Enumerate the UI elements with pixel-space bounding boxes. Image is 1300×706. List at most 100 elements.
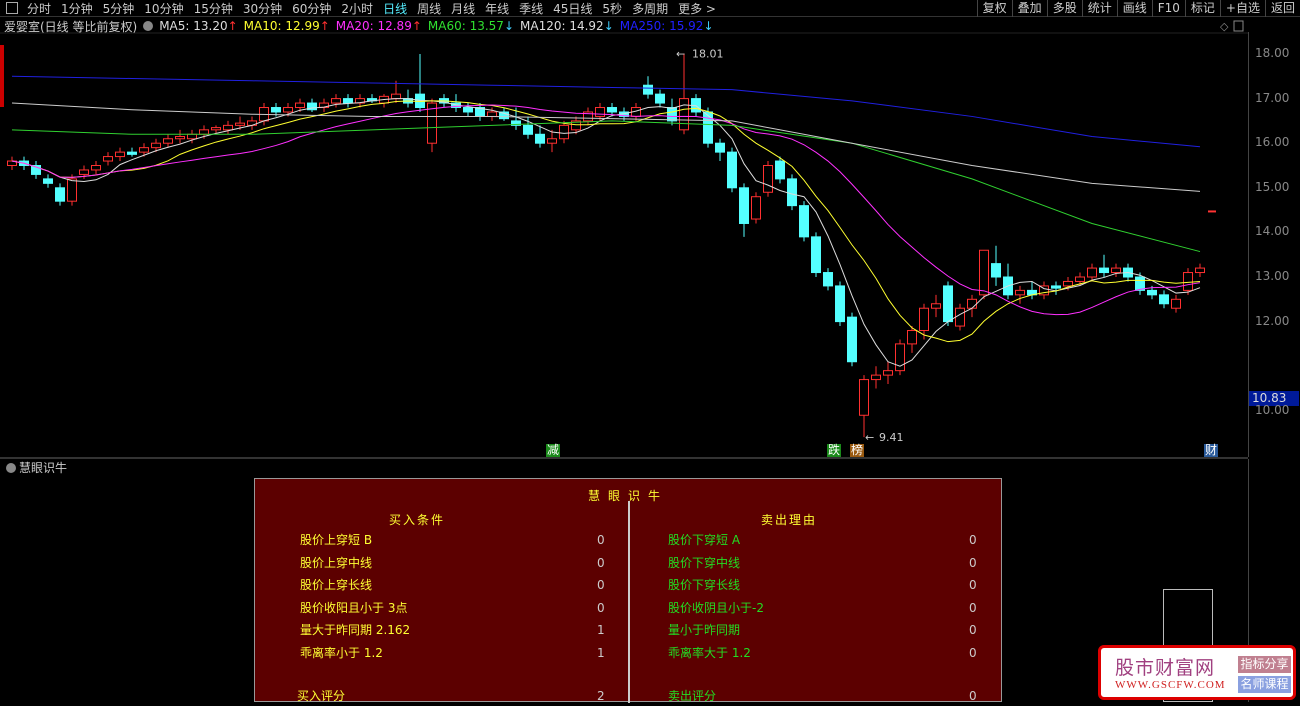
candle[interactable] bbox=[763, 161, 773, 197]
period-tab[interactable]: 10分钟 bbox=[139, 0, 188, 17]
kline-chart[interactable]: 18.01 ← 9.41 ← ◇ bbox=[0, 0, 1248, 457]
price-tick: 15.00 bbox=[1255, 179, 1290, 194]
period-tab[interactable]: 1分钟 bbox=[56, 0, 98, 17]
toolbar-button[interactable]: 标记 bbox=[1184, 0, 1220, 17]
candle[interactable] bbox=[1171, 294, 1181, 313]
signal-marker[interactable]: 减 bbox=[546, 444, 561, 457]
toolbar-button[interactable]: 复权 bbox=[976, 0, 1012, 17]
candle[interactable] bbox=[1159, 290, 1169, 309]
candle[interactable] bbox=[679, 53, 689, 135]
candle[interactable] bbox=[1099, 254, 1109, 277]
candle[interactable] bbox=[55, 183, 65, 206]
candle[interactable] bbox=[1195, 263, 1205, 277]
candle[interactable] bbox=[427, 98, 437, 153]
settings-circle-icon[interactable] bbox=[143, 21, 154, 31]
candle[interactable] bbox=[391, 80, 401, 104]
candle[interactable] bbox=[67, 174, 77, 206]
signal-marker[interactable]: 榜 bbox=[850, 444, 865, 457]
candle[interactable] bbox=[535, 125, 545, 148]
candle[interactable] bbox=[91, 161, 101, 175]
candle[interactable] bbox=[559, 120, 569, 144]
panel-toggle-icon[interactable] bbox=[6, 2, 18, 14]
diamond-icon[interactable]: ◇ bbox=[1220, 20, 1229, 33]
candle-body bbox=[103, 156, 113, 162]
candle[interactable] bbox=[895, 339, 905, 376]
candle[interactable] bbox=[463, 103, 473, 117]
candle[interactable] bbox=[1051, 281, 1061, 295]
toolbar-button[interactable]: 返回 bbox=[1264, 0, 1300, 17]
toolbar-button[interactable]: 画线 bbox=[1116, 0, 1152, 17]
candle[interactable] bbox=[955, 303, 965, 331]
candle[interactable] bbox=[823, 268, 833, 291]
candle[interactable] bbox=[175, 129, 185, 144]
candle[interactable] bbox=[811, 232, 821, 277]
candle[interactable] bbox=[967, 294, 977, 318]
period-tab[interactable]: 2小时 bbox=[336, 0, 378, 17]
candle[interactable] bbox=[223, 120, 233, 135]
candle[interactable] bbox=[859, 375, 869, 438]
toolbar-button[interactable]: 统计 bbox=[1081, 0, 1117, 17]
candle[interactable] bbox=[103, 152, 113, 166]
period-tab[interactable]: 月线 bbox=[446, 0, 480, 17]
period-tab[interactable]: 15分钟 bbox=[189, 0, 238, 17]
candle[interactable] bbox=[799, 201, 809, 242]
candle[interactable] bbox=[739, 183, 749, 237]
candle[interactable] bbox=[163, 134, 173, 148]
candle[interactable] bbox=[751, 192, 761, 224]
candle[interactable] bbox=[655, 89, 665, 108]
candle[interactable] bbox=[307, 98, 317, 112]
period-tab[interactable]: 多周期 bbox=[627, 0, 673, 17]
period-tab[interactable]: 45日线 bbox=[548, 0, 597, 17]
period-tab[interactable]: 分时 bbox=[22, 0, 56, 17]
panel-divider[interactable] bbox=[0, 457, 1248, 459]
period-tab[interactable]: 周线 bbox=[412, 0, 446, 17]
period-tab[interactable]: 日线 bbox=[378, 0, 412, 17]
candle[interactable] bbox=[319, 98, 329, 112]
candle[interactable] bbox=[379, 94, 389, 108]
candle[interactable] bbox=[919, 303, 929, 340]
toolbar-button[interactable]: F10 bbox=[1151, 0, 1185, 17]
toolbar-button[interactable]: +自选 bbox=[1219, 0, 1265, 17]
candle[interactable] bbox=[727, 147, 737, 193]
period-tab[interactable]: 季线 bbox=[514, 0, 548, 17]
toolbar-button[interactable]: 叠加 bbox=[1011, 0, 1047, 17]
period-tab[interactable]: 更多 > bbox=[673, 0, 721, 17]
candle[interactable] bbox=[343, 94, 353, 108]
candle-body bbox=[595, 107, 605, 117]
candle[interactable] bbox=[715, 138, 725, 162]
candle[interactable] bbox=[787, 174, 797, 211]
panel-icon[interactable] bbox=[1233, 20, 1244, 32]
candle[interactable] bbox=[1003, 263, 1013, 300]
candle[interactable] bbox=[1027, 281, 1037, 300]
period-tab[interactable]: 5秒 bbox=[597, 0, 627, 17]
candle[interactable] bbox=[7, 156, 17, 170]
candle[interactable] bbox=[43, 174, 53, 188]
candle[interactable] bbox=[643, 76, 653, 99]
period-tab[interactable]: 60分钟 bbox=[287, 0, 336, 17]
candle[interactable] bbox=[991, 245, 1001, 286]
signal-marker[interactable]: 跌 bbox=[827, 444, 842, 457]
candle[interactable] bbox=[1135, 272, 1145, 295]
candle[interactable] bbox=[931, 294, 941, 318]
candle[interactable] bbox=[127, 147, 137, 157]
candle[interactable] bbox=[31, 161, 41, 179]
candle[interactable] bbox=[115, 147, 125, 162]
candle[interactable] bbox=[1015, 285, 1025, 304]
candle[interactable] bbox=[835, 281, 845, 327]
period-tab[interactable]: 30分钟 bbox=[238, 0, 287, 17]
candle[interactable] bbox=[247, 116, 257, 130]
signal-marker[interactable]: 财 bbox=[1204, 444, 1219, 457]
period-tab[interactable]: 年线 bbox=[480, 0, 514, 17]
candle[interactable] bbox=[871, 366, 881, 389]
candle[interactable] bbox=[451, 94, 461, 112]
candle[interactable] bbox=[547, 129, 557, 153]
toolbar-button[interactable]: 多股 bbox=[1046, 0, 1082, 17]
candle[interactable] bbox=[1087, 263, 1097, 282]
candle[interactable] bbox=[847, 312, 857, 367]
candle[interactable] bbox=[583, 107, 593, 126]
candle[interactable] bbox=[1039, 281, 1049, 300]
candle[interactable] bbox=[415, 54, 425, 112]
settings-circle-icon[interactable] bbox=[6, 463, 16, 473]
candle[interactable] bbox=[883, 361, 893, 385]
period-tab[interactable]: 5分钟 bbox=[98, 0, 140, 17]
